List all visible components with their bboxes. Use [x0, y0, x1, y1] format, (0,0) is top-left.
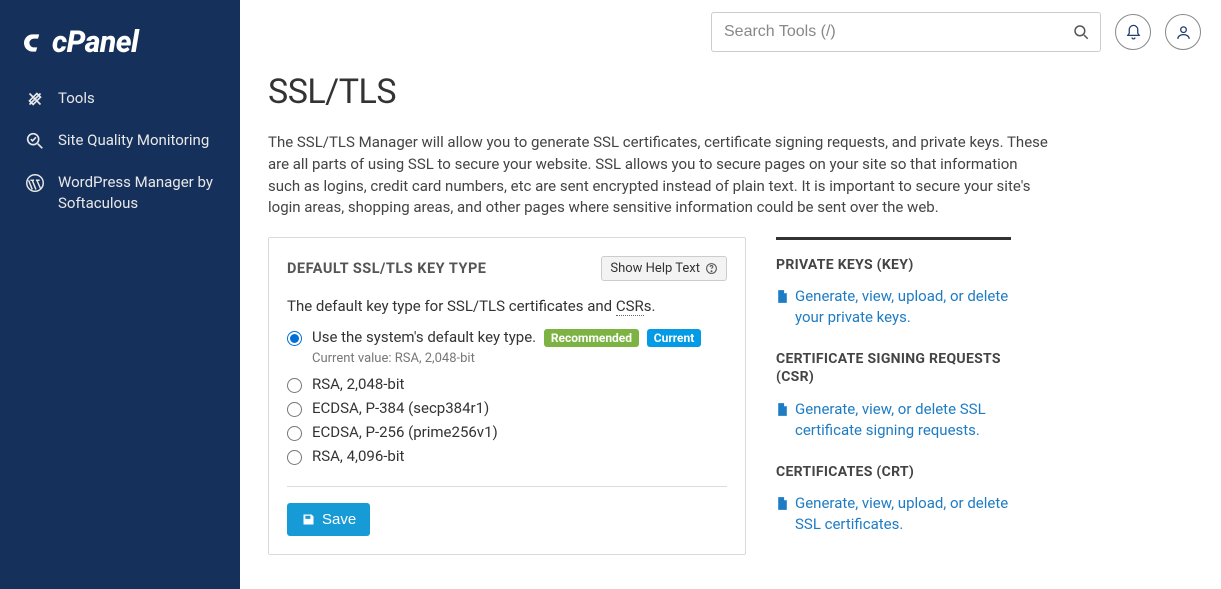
- search-box[interactable]: [711, 12, 1101, 52]
- section-heading-csr: CERTIFICATE SIGNING REQUESTS (CSR): [776, 350, 1011, 386]
- card-subdescription: The default key type for SSL/TLS certifi…: [287, 297, 727, 315]
- recommended-badge: Recommended: [544, 329, 639, 347]
- sidebar: cPanel Tools Site Quality Monitoring Wor…: [0, 0, 240, 589]
- brand-logo: cPanel: [0, 25, 240, 78]
- sidebar-item-wordpress[interactable]: WordPress Manager by Softaculous: [0, 162, 240, 224]
- radio-label: RSA, 4,096-bit: [312, 447, 404, 465]
- radio-label: ECDSA, P-384 (secp384r1): [312, 399, 489, 417]
- radio-option-ecdsa256[interactable]: ECDSA, P-256 (prime256v1): [287, 420, 727, 444]
- link-certificates[interactable]: Generate, view, upload, or delete SSL ce…: [776, 493, 1011, 535]
- main-area: SSL/TLS The SSL/TLS Manager will allow y…: [240, 0, 1221, 589]
- wordpress-icon: [24, 172, 46, 194]
- user-icon: [1175, 24, 1192, 41]
- file-icon: [776, 496, 789, 511]
- content: SSL/TLS The SSL/TLS Manager will allow y…: [240, 64, 1221, 589]
- link-text: Generate, view, or delete SSL certificat…: [795, 399, 1011, 441]
- radio-label: Use the system's default key type.: [312, 328, 536, 346]
- radio-option-rsa4096[interactable]: RSA, 4,096-bit: [287, 444, 727, 468]
- link-text: Generate, view, upload, or delete SSL ce…: [795, 493, 1011, 535]
- current-value-text: Current value: RSA, 2,048-bit: [312, 351, 727, 366]
- section-heading-keys: PRIVATE KEYS (KEY): [776, 256, 1011, 274]
- link-text: Generate, view, upload, or delete your p…: [795, 286, 1011, 328]
- section-heading-crt: CERTIFICATES (CRT): [776, 463, 1011, 481]
- account-button[interactable]: [1165, 14, 1201, 50]
- page-title: SSL/TLS: [268, 72, 1193, 112]
- brand-text: cPanel: [52, 25, 138, 60]
- radio-option-rsa2048[interactable]: RSA, 2,048-bit: [287, 372, 727, 396]
- save-icon: [301, 512, 316, 527]
- divider: [287, 486, 727, 487]
- sidebar-item-label: WordPress Manager by Softaculous: [58, 172, 216, 214]
- file-icon: [776, 402, 789, 417]
- logo-mark: [24, 30, 50, 56]
- page-description: The SSL/TLS Manager will allow you to ge…: [268, 132, 1048, 219]
- card-title: DEFAULT SSL/TLS KEY TYPE: [287, 260, 486, 277]
- file-icon: [776, 289, 789, 304]
- sidebar-item-tools[interactable]: Tools: [0, 78, 240, 120]
- help-button-label: Show Help Text: [610, 261, 700, 276]
- radio-label: RSA, 2,048-bit: [312, 375, 404, 393]
- current-badge: Current: [647, 329, 702, 347]
- link-csr[interactable]: Generate, view, or delete SSL certificat…: [776, 399, 1011, 441]
- sidebar-item-label: Site Quality Monitoring: [58, 130, 209, 151]
- save-label: Save: [322, 511, 356, 528]
- default-key-type-card: DEFAULT SSL/TLS KEY TYPE Show Help Text …: [268, 237, 746, 555]
- sidebar-item-label: Tools: [58, 88, 95, 109]
- radio-input[interactable]: [287, 426, 302, 441]
- radio-input[interactable]: [287, 378, 302, 393]
- right-column: PRIVATE KEYS (KEY) Generate, view, uploa…: [776, 237, 1011, 557]
- search-input[interactable]: [724, 23, 1072, 41]
- question-circle-icon: [705, 262, 718, 275]
- radio-input[interactable]: [287, 402, 302, 417]
- save-button[interactable]: Save: [287, 503, 370, 536]
- show-help-button[interactable]: Show Help Text: [601, 256, 727, 281]
- radio-label: ECDSA, P-256 (prime256v1): [312, 423, 498, 441]
- link-private-keys[interactable]: Generate, view, upload, or delete your p…: [776, 286, 1011, 328]
- radio-input[interactable]: [287, 331, 302, 346]
- radio-option-default[interactable]: Use the system's default key type. Recom…: [287, 325, 727, 350]
- topbar: [240, 0, 1221, 64]
- notifications-button[interactable]: [1115, 14, 1151, 50]
- magnifier-check-icon: [24, 130, 46, 152]
- radio-option-ecdsa384[interactable]: ECDSA, P-384 (secp384r1): [287, 396, 727, 420]
- section-divider: [776, 237, 1011, 240]
- csr-abbr: CSR: [616, 297, 644, 316]
- search-icon[interactable]: [1072, 23, 1090, 41]
- sidebar-item-site-quality[interactable]: Site Quality Monitoring: [0, 120, 240, 162]
- radio-input[interactable]: [287, 450, 302, 465]
- tools-icon: [24, 88, 46, 110]
- bell-icon: [1125, 24, 1142, 41]
